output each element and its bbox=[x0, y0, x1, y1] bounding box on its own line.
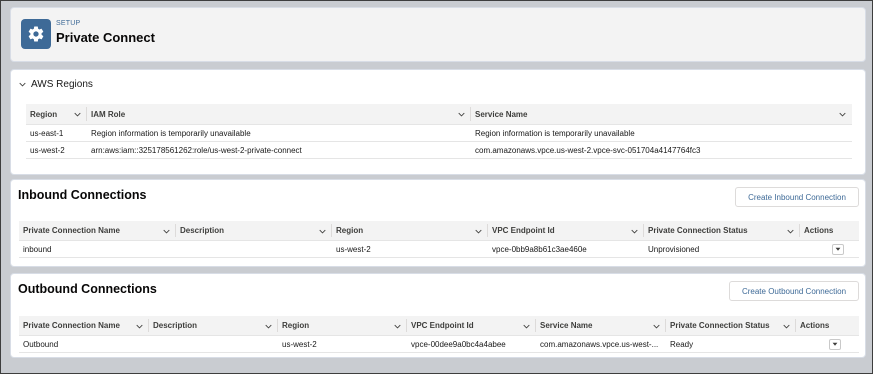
page-header: SETUP Private Connect bbox=[10, 7, 866, 62]
col-label: VPC Endpoint Id bbox=[492, 226, 555, 235]
col-region[interactable]: Region bbox=[278, 316, 407, 335]
cell-actions bbox=[800, 241, 859, 257]
col-actions: Actions bbox=[800, 321, 830, 330]
page-title: Private Connect bbox=[56, 30, 155, 45]
col-label: Private Connection Status bbox=[670, 321, 770, 330]
col-private-connection-status[interactable]: Private Connection Status bbox=[666, 316, 796, 335]
col-private-connection-name[interactable]: Private Connection Name bbox=[19, 316, 149, 335]
cell-service-name: Region information is temporarily unavai… bbox=[475, 128, 635, 138]
cell-connection-name: Outbound bbox=[23, 339, 59, 349]
table-row: inbound us-west-2 vpce-0bb9a8b61c3ae460e… bbox=[19, 241, 859, 258]
chevron-down-icon bbox=[265, 324, 272, 329]
col-actions: Actions bbox=[804, 226, 834, 235]
aws-table-header: Region IAM Role Service Name bbox=[26, 104, 852, 125]
col-service-name[interactable]: Service Name bbox=[536, 316, 666, 335]
outbound-table-header: Private Connection Name Description Regi… bbox=[19, 316, 859, 336]
col-region[interactable]: Region bbox=[332, 221, 488, 240]
col-label: Service Name bbox=[475, 109, 528, 119]
cell-iam-role: arn:aws:iam::325178561262:role/us-west-2… bbox=[91, 145, 302, 155]
chevron-down-icon bbox=[839, 112, 846, 117]
caret-down-icon bbox=[835, 247, 841, 251]
app-frame: SETUP Private Connect AWS Regions Region… bbox=[0, 0, 873, 374]
cell-vpc-endpoint-id: vpce-0bb9a8b61c3ae460e bbox=[492, 244, 587, 254]
cell-description bbox=[149, 336, 278, 352]
col-private-connection-status[interactable]: Private Connection Status bbox=[644, 221, 800, 240]
col-label: Service Name bbox=[540, 321, 593, 330]
col-region[interactable]: Region bbox=[26, 104, 87, 124]
inbound-title: Inbound Connections bbox=[18, 188, 147, 202]
col-label: Private Connection Status bbox=[648, 226, 748, 235]
cell-service-name: com.amazonaws.vpce.us-west-... bbox=[540, 339, 659, 349]
col-description[interactable]: Description bbox=[149, 316, 278, 335]
col-label: Description bbox=[180, 226, 225, 235]
col-label: IAM Role bbox=[91, 109, 126, 119]
cell-connection-name: inbound bbox=[23, 244, 52, 254]
table-row: Outbound us-west-2 vpce-00dee9a0bc4a4abe… bbox=[19, 336, 859, 353]
cell-status: Unprovisioned bbox=[648, 244, 700, 254]
caret-down-icon bbox=[832, 342, 838, 346]
table-row: us-east-1 Region information is temporar… bbox=[26, 125, 852, 142]
table-row: us-west-2 arn:aws:iam::325178561262:role… bbox=[26, 142, 852, 159]
aws-regions-card: AWS Regions Region IAM Role Service Name… bbox=[10, 69, 866, 175]
create-outbound-connection-button[interactable]: Create Outbound Connection bbox=[729, 281, 859, 301]
col-label: Region bbox=[30, 109, 58, 119]
col-vpc-endpoint-id[interactable]: VPC Endpoint Id bbox=[488, 221, 644, 240]
col-label: VPC Endpoint Id bbox=[411, 321, 474, 330]
row-actions-button[interactable] bbox=[829, 338, 841, 350]
outbound-connections-card: Outbound Connections Create Outbound Con… bbox=[10, 273, 866, 358]
chevron-down-icon bbox=[653, 324, 660, 329]
col-service-name[interactable]: Service Name bbox=[471, 104, 852, 124]
cell-region: us-west-2 bbox=[282, 339, 317, 349]
chevron-down-icon bbox=[319, 229, 326, 234]
col-private-connection-name[interactable]: Private Connection Name bbox=[19, 221, 176, 240]
cell-region: us-west-2 bbox=[30, 145, 65, 155]
chevron-down-icon bbox=[136, 324, 143, 329]
row-actions-button[interactable] bbox=[832, 243, 844, 255]
gear-icon bbox=[21, 19, 51, 49]
cell-service-name: com.amazonaws.vpce.us-west-2.vpce-svc-05… bbox=[475, 145, 701, 155]
col-iam-role[interactable]: IAM Role bbox=[87, 104, 471, 124]
chevron-down-icon bbox=[394, 324, 401, 329]
aws-regions-title: AWS Regions bbox=[31, 79, 93, 90]
chevron-down-icon bbox=[458, 112, 465, 117]
col-label: Private Connection Name bbox=[23, 321, 120, 330]
cell-status: Ready bbox=[670, 339, 694, 349]
cell-actions bbox=[796, 336, 859, 352]
chevron-down-icon bbox=[74, 112, 81, 117]
inbound-table-header: Private Connection Name Description Regi… bbox=[19, 221, 859, 241]
cell-description bbox=[176, 241, 332, 257]
inbound-connections-card: Inbound Connections Create Inbound Conne… bbox=[10, 179, 866, 267]
aws-regions-toggle[interactable]: AWS Regions bbox=[19, 79, 93, 90]
col-label: Region bbox=[282, 321, 310, 330]
cell-iam-role: Region information is temporarily unavai… bbox=[91, 128, 251, 138]
chevron-down-icon bbox=[631, 229, 638, 234]
chevron-down-icon bbox=[523, 324, 530, 329]
chevron-down-icon bbox=[163, 229, 170, 234]
col-label: Description bbox=[153, 321, 198, 330]
cell-vpc-endpoint-id: vpce-00dee9a0bc4a4abee bbox=[411, 339, 506, 349]
col-vpc-endpoint-id[interactable]: VPC Endpoint Id bbox=[407, 316, 536, 335]
col-label: Region bbox=[336, 226, 364, 235]
col-label: Private Connection Name bbox=[23, 226, 120, 235]
chevron-down-icon bbox=[19, 82, 26, 87]
chevron-down-icon bbox=[783, 324, 790, 329]
col-description[interactable]: Description bbox=[176, 221, 332, 240]
cell-region: us-west-2 bbox=[336, 244, 371, 254]
chevron-down-icon bbox=[787, 229, 794, 234]
create-inbound-connection-button[interactable]: Create Inbound Connection bbox=[735, 187, 859, 207]
outbound-title: Outbound Connections bbox=[18, 282, 157, 296]
setup-kicker: SETUP bbox=[56, 20, 81, 27]
cell-region: us-east-1 bbox=[30, 128, 64, 138]
chevron-down-icon bbox=[475, 229, 482, 234]
